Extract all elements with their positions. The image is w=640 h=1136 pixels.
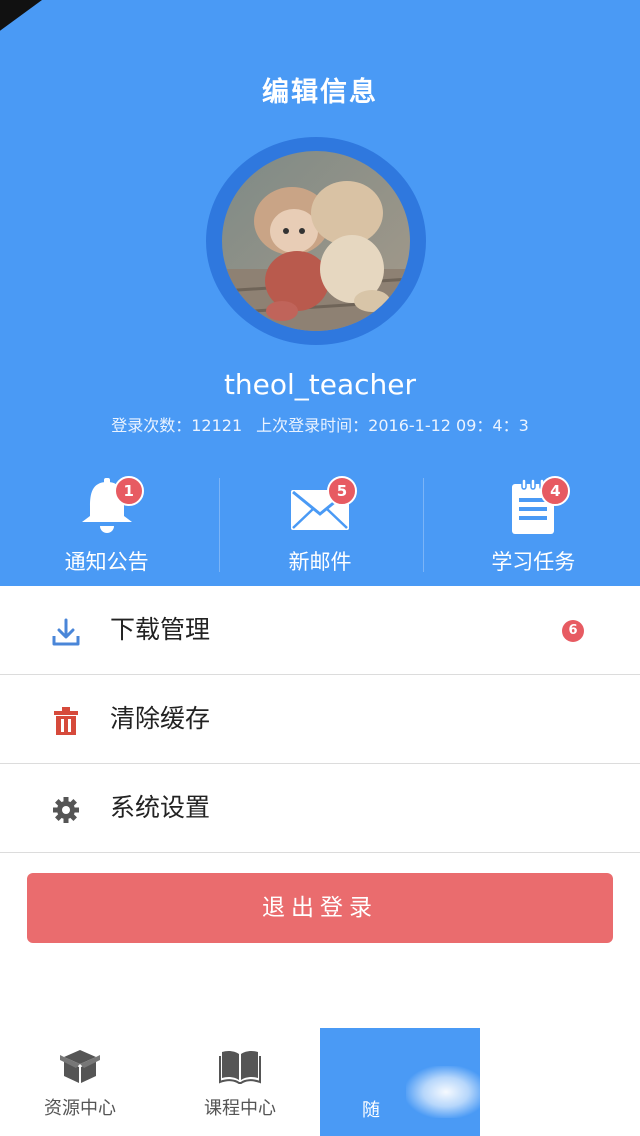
clipboard-icon: 4 xyxy=(498,476,571,536)
menu-download-manager[interactable]: 下载管理 6 xyxy=(0,586,640,675)
quick-divider xyxy=(219,478,220,572)
book-icon xyxy=(219,1050,261,1084)
notices-badge: 1 xyxy=(113,476,144,506)
login-count: 12121 xyxy=(191,416,243,435)
tasks-badge: 4 xyxy=(540,476,571,506)
username: theol_teacher xyxy=(223,368,417,401)
tab-course-center[interactable]: 课程中心 xyxy=(160,1028,320,1136)
menu-system-settings[interactable]: 系统设置 xyxy=(0,764,640,853)
tab-active[interactable]: 随 xyxy=(320,1028,486,1136)
last-login-time: 2016-1-12 09：4：3 xyxy=(368,416,529,435)
download-icon xyxy=(52,618,80,646)
bottom-tabbar: 资源中心 课程中心 随 xyxy=(0,1028,640,1136)
profile-header: 编辑信息 theol_teacher 登录次数：12121 上次登录时间：201… xyxy=(0,0,640,586)
menu-clear-cache[interactable]: 清除缓存 xyxy=(0,675,640,764)
quick-notices[interactable]: 1 通知公告 xyxy=(0,476,213,576)
tab-course-center-label: 课程中心 xyxy=(204,1098,276,1119)
avatar-ring xyxy=(206,137,426,345)
last-login-label: 上次登录时间： xyxy=(256,416,369,435)
tab-active-label: 随 xyxy=(362,1100,380,1121)
tab-resource-center[interactable]: 资源中心 xyxy=(0,1028,160,1136)
tab-resource-center-label: 资源中心 xyxy=(44,1098,116,1119)
quick-mail[interactable]: 5 新邮件 xyxy=(213,476,426,576)
box-icon xyxy=(60,1050,100,1083)
trash-icon xyxy=(54,707,78,735)
avatar[interactable] xyxy=(222,151,410,331)
logout-button[interactable]: 退出登录 xyxy=(27,873,613,943)
login-count-label: 登录次数： xyxy=(111,416,192,435)
quick-divider xyxy=(423,478,424,572)
login-stats: 登录次数：12121 上次登录时间：2016-1-12 09：4：3 xyxy=(0,412,640,436)
menu-system-settings-label: 系统设置 xyxy=(110,793,211,822)
gear-icon xyxy=(53,797,79,823)
page-title[interactable]: 编辑信息 xyxy=(0,70,640,109)
mail-badge: 5 xyxy=(326,476,357,506)
settings-menu: 下载管理 6 清除缓存 系统设置 xyxy=(0,586,640,853)
menu-clear-cache-label: 清除缓存 xyxy=(110,704,211,733)
bell-icon: 1 xyxy=(72,476,144,536)
download-badge: 6 xyxy=(562,620,584,642)
corner-decoration xyxy=(0,0,43,42)
quick-tasks[interactable]: 4 学习任务 xyxy=(427,476,640,576)
menu-download-label: 下载管理 xyxy=(110,615,211,644)
quick-tasks-label: 学习任务 xyxy=(491,550,576,574)
quick-notices-label: 通知公告 xyxy=(64,550,149,574)
quick-mail-label: 新邮件 xyxy=(288,550,352,574)
quick-actions: 1 通知公告 5 新邮件 4 学习任务 xyxy=(0,476,640,576)
mail-icon: 5 xyxy=(285,476,357,536)
tab-overlay xyxy=(406,1066,486,1118)
